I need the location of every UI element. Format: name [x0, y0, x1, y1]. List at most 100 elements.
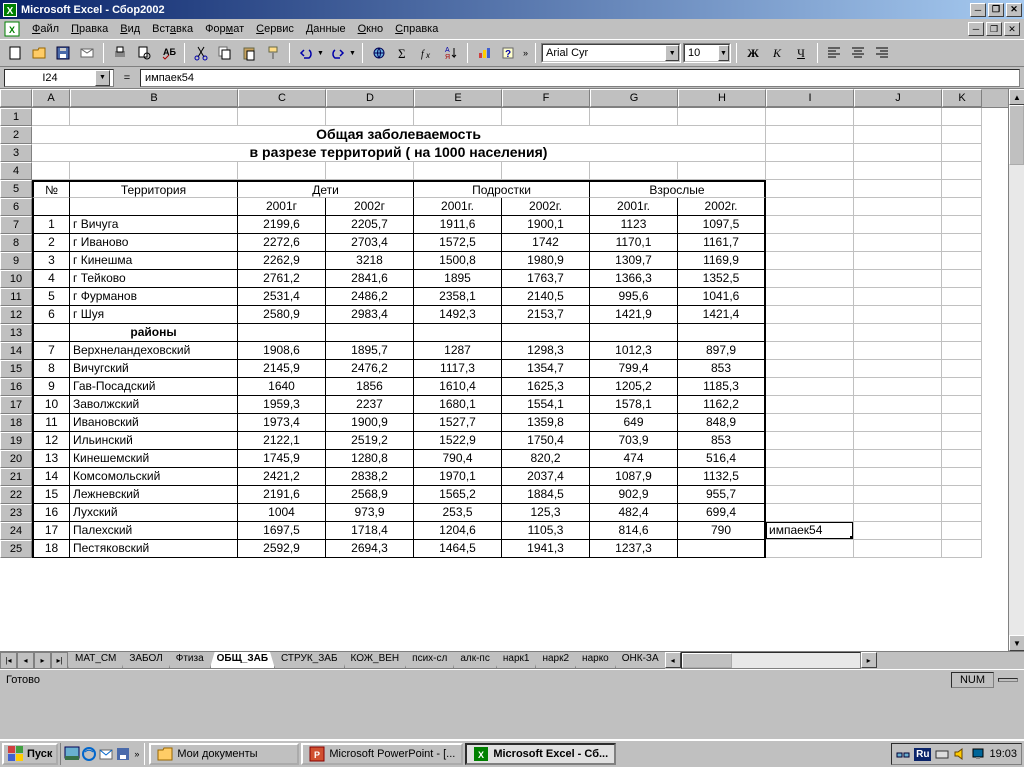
- cell-value[interactable]: 2153,7: [502, 306, 590, 324]
- cell-value[interactable]: 2841,6: [326, 270, 414, 288]
- doc-restore-button[interactable]: ❐: [986, 22, 1002, 36]
- cell-value[interactable]: 2262,9: [238, 252, 326, 270]
- tray-volume-icon[interactable]: [953, 747, 967, 761]
- cell[interactable]: [766, 414, 854, 432]
- italic-icon[interactable]: К: [766, 42, 788, 64]
- cell-value[interactable]: 2145,9: [238, 360, 326, 378]
- cell[interactable]: [326, 162, 414, 180]
- cell-territory[interactable]: Ильинский: [70, 432, 238, 450]
- cell-value[interactable]: 699,4: [678, 504, 766, 522]
- print-preview-icon[interactable]: [133, 42, 155, 64]
- cell-value[interactable]: 2580,9: [238, 306, 326, 324]
- row-header-19[interactable]: 19: [0, 432, 32, 450]
- menu-format[interactable]: Формат: [199, 21, 250, 37]
- cell-value[interactable]: 482,4: [590, 504, 678, 522]
- function-icon[interactable]: fx: [416, 42, 438, 64]
- cell-no[interactable]: 12: [32, 432, 70, 450]
- cell-value[interactable]: 1763,7: [502, 270, 590, 288]
- cell-value[interactable]: 1012,3: [590, 342, 678, 360]
- cell[interactable]: [854, 432, 942, 450]
- row-header-4[interactable]: 4: [0, 162, 32, 180]
- cell-value[interactable]: 1205,2: [590, 378, 678, 396]
- doc-close-button[interactable]: ✕: [1004, 22, 1020, 36]
- new-icon[interactable]: [4, 42, 26, 64]
- cell[interactable]: [766, 342, 854, 360]
- cell-value[interactable]: 1421,9: [590, 306, 678, 324]
- cell[interactable]: [766, 504, 854, 522]
- row-header-18[interactable]: 18: [0, 414, 32, 432]
- cell-no[interactable]: 10: [32, 396, 70, 414]
- sheet-tab-Фтиза[interactable]: Фтиза: [169, 652, 211, 669]
- cell-value[interactable]: 2983,4: [326, 306, 414, 324]
- cell-value[interactable]: 2531,4: [238, 288, 326, 306]
- cell[interactable]: [942, 486, 982, 504]
- cell-value[interactable]: 1697,5: [238, 522, 326, 540]
- cell-value[interactable]: 2237: [326, 396, 414, 414]
- cell[interactable]: [854, 378, 942, 396]
- formula-bar[interactable]: импаек54: [140, 69, 1020, 87]
- cell[interactable]: [766, 198, 854, 216]
- cell-value[interactable]: 820,2: [502, 450, 590, 468]
- cell[interactable]: [854, 270, 942, 288]
- cell-territory[interactable]: Лежневский: [70, 486, 238, 504]
- cell-value[interactable]: 1522,9: [414, 432, 502, 450]
- cell-value[interactable]: 1354,7: [502, 360, 590, 378]
- cell-value[interactable]: 3218: [326, 252, 414, 270]
- hscroll-track[interactable]: [681, 652, 861, 669]
- cell-value[interactable]: 2476,2: [326, 360, 414, 378]
- row-header-22[interactable]: 22: [0, 486, 32, 504]
- cell-territory[interactable]: г Иваново: [70, 234, 238, 252]
- toolbar-overflow[interactable]: »: [521, 48, 530, 58]
- cell-value[interactable]: 897,9: [678, 342, 766, 360]
- cell-value[interactable]: 995,6: [590, 288, 678, 306]
- cell[interactable]: [32, 324, 70, 342]
- cell[interactable]: [942, 288, 982, 306]
- cell-value[interactable]: 1572,5: [414, 234, 502, 252]
- cell-value[interactable]: 1352,5: [678, 270, 766, 288]
- cell[interactable]: [238, 162, 326, 180]
- hdr-adults[interactable]: Взрослые: [590, 180, 766, 198]
- sheet-tab-псих-сл[interactable]: псих-сл: [405, 652, 454, 669]
- hdr-year-4[interactable]: 2001г.: [590, 198, 678, 216]
- cell[interactable]: [854, 288, 942, 306]
- row-header-6[interactable]: 6: [0, 198, 32, 216]
- cell[interactable]: [854, 360, 942, 378]
- spellcheck-icon[interactable]: АБВ: [157, 42, 179, 64]
- cell[interactable]: [942, 270, 982, 288]
- cell-value[interactable]: 973,9: [326, 504, 414, 522]
- cell[interactable]: [766, 288, 854, 306]
- sort-asc-icon[interactable]: АЯ: [440, 42, 462, 64]
- cell-value[interactable]: 1287: [414, 342, 502, 360]
- hdr-no[interactable]: №: [32, 180, 70, 198]
- cell[interactable]: [854, 414, 942, 432]
- row-header-24[interactable]: 24: [0, 522, 32, 540]
- col-header-F[interactable]: F: [502, 89, 590, 107]
- menu-help[interactable]: Справка: [389, 21, 444, 37]
- cell-value[interactable]: 2592,9: [238, 540, 326, 558]
- cell-value[interactable]: 1366,3: [590, 270, 678, 288]
- cell-value[interactable]: 1087,9: [590, 468, 678, 486]
- cell-value[interactable]: 2122,1: [238, 432, 326, 450]
- cut-icon[interactable]: [190, 42, 212, 64]
- hdr-year-3[interactable]: 2002г.: [502, 198, 590, 216]
- autosum-icon[interactable]: Σ: [392, 42, 414, 64]
- cell-territory[interactable]: Лухский: [70, 504, 238, 522]
- open-icon[interactable]: [28, 42, 50, 64]
- cell-value[interactable]: 2272,6: [238, 234, 326, 252]
- menu-view[interactable]: Вид: [114, 21, 146, 37]
- cell[interactable]: [854, 126, 942, 144]
- cell[interactable]: [766, 270, 854, 288]
- cell[interactable]: [70, 108, 238, 126]
- cell-territory[interactable]: г Шуя: [70, 306, 238, 324]
- font-name-input[interactable]: [543, 47, 665, 59]
- cell-value[interactable]: 1527,7: [414, 414, 502, 432]
- align-right-icon[interactable]: [871, 42, 893, 64]
- font-name-combo[interactable]: ▼: [541, 43, 681, 63]
- hscroll-left[interactable]: ◂: [665, 652, 681, 668]
- sheet-tab-ОБЩ_ЗАБ[interactable]: ОБЩ_ЗАБ: [210, 652, 275, 669]
- align-center-icon[interactable]: [847, 42, 869, 64]
- cell-value[interactable]: 848,9: [678, 414, 766, 432]
- vscroll-track[interactable]: [1009, 105, 1024, 635]
- tab-nav-next[interactable]: ▸: [34, 652, 51, 669]
- name-box-dropdown[interactable]: ▼: [95, 70, 110, 86]
